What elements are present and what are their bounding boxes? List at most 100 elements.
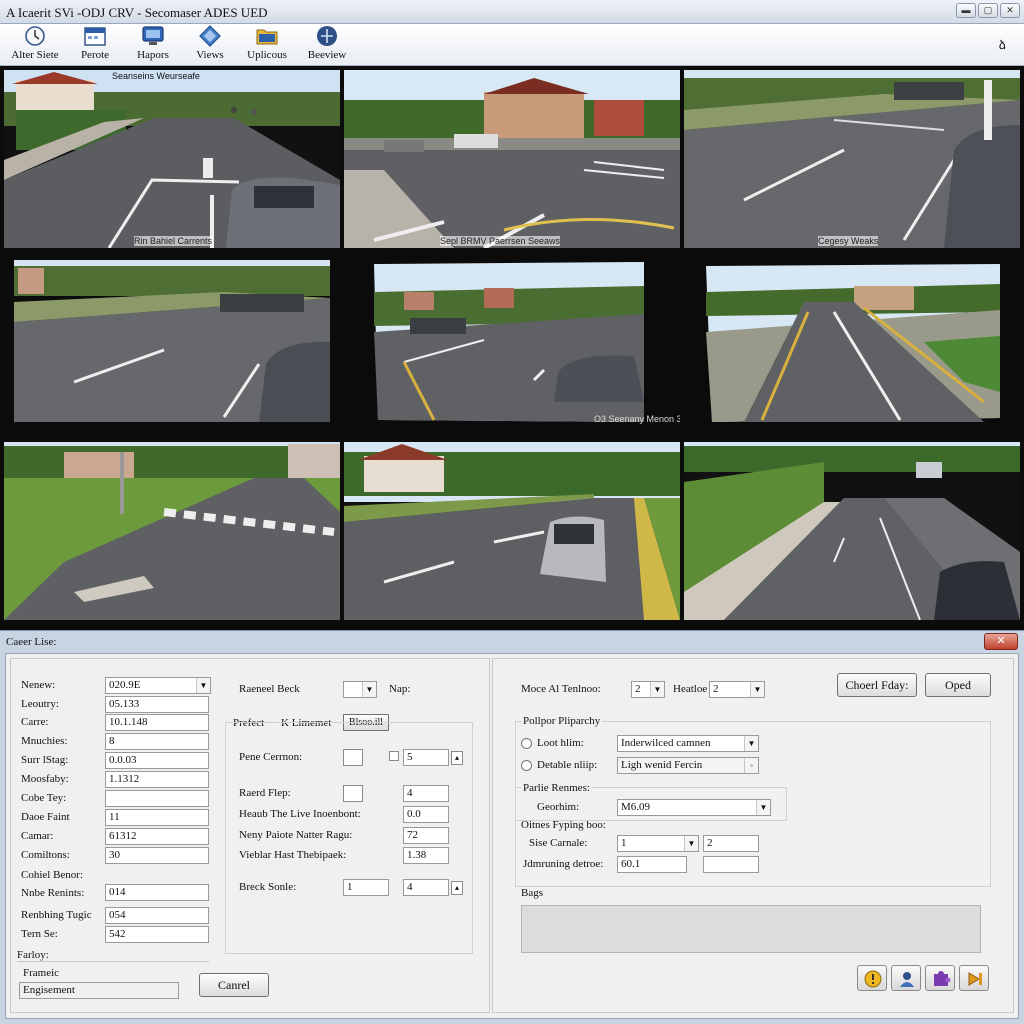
camera-9-image: [684, 442, 1020, 620]
pene-cerrnon-checkbox[interactable]: [343, 749, 363, 766]
camera-feed-9[interactable]: [684, 442, 1020, 620]
close-button[interactable]: ✕: [1000, 3, 1020, 18]
leoutry-field[interactable]: 05.133: [105, 696, 209, 713]
daoe-faint-field[interactable]: 11: [105, 809, 209, 826]
chevron-down-icon: ▼: [684, 836, 698, 851]
chorl-fday-button[interactable]: Choerl Fday:: [837, 673, 917, 697]
warning-action-button[interactable]: [857, 965, 887, 991]
sise-value-2[interactable]: 2: [703, 835, 759, 852]
moosfaby-field[interactable]: 1.1312: [105, 771, 209, 788]
field-value: Inderwilced camnen: [621, 737, 711, 749]
jdm-value-2[interactable]: [703, 856, 759, 873]
heaub-value[interactable]: 0.0: [403, 806, 449, 823]
field-value: 2: [713, 683, 719, 695]
toolbar-hapors-button[interactable]: Hapors: [128, 25, 178, 65]
camera-feed-3[interactable]: Cegesy Weaks: [684, 70, 1020, 248]
field-value: M6.09: [621, 801, 651, 813]
camera-caption: Cegesy Weaks: [818, 236, 879, 246]
camera-3-image: [684, 70, 1020, 248]
surr-stag-field[interactable]: 0.0.03: [105, 752, 209, 769]
person-icon: [900, 972, 914, 987]
mode-combo[interactable]: 2 ▼: [631, 681, 665, 698]
loot-hlim-radio[interactable]: [521, 738, 532, 749]
camera-feed-6[interactable]: [684, 252, 1020, 430]
tern-se-field[interactable]: 542: [105, 926, 209, 943]
forward-action-button[interactable]: [959, 965, 989, 991]
breck-sonle-left-value[interactable]: 1: [343, 879, 389, 896]
raeneel-beck-combo[interactable]: ▼: [343, 681, 377, 698]
cancel-button[interactable]: Canrel: [199, 973, 269, 997]
mnuchies-field[interactable]: 8: [105, 733, 209, 750]
vieblar-value[interactable]: 1.38: [403, 847, 449, 864]
camera-feed-8[interactable]: [344, 442, 680, 620]
field-label: Renbhing Tugic: [21, 909, 92, 921]
breck-sonle-value[interactable]: 4: [403, 879, 449, 896]
heatlie-combo[interactable]: 2 ▼: [709, 681, 765, 698]
list-item[interactable]: Frameic: [23, 967, 59, 979]
toolbar-views-button[interactable]: Views: [186, 25, 234, 65]
toolbar-label: Beeview: [307, 49, 347, 61]
puzzle-action-button[interactable]: [925, 965, 955, 991]
nenew-combo[interactable]: 020.9E ▼: [105, 677, 211, 694]
group-title: Oitnes Fyping boo:: [521, 819, 606, 831]
dialog-close-button[interactable]: ✕: [984, 633, 1018, 650]
detable-nliip-radio[interactable]: [521, 760, 532, 771]
application-window: A Icaerit SVi -ODJ CRV - Secomaser ADES …: [0, 0, 1024, 1024]
diamond-icon: [199, 25, 221, 47]
camera-feed-7[interactable]: [4, 442, 340, 620]
camera-grid: Seanseins Weurseafe Rin Bahiel Carrents …: [0, 66, 1024, 632]
georim-label: Georhim:: [537, 801, 580, 813]
field-label: Nnbe Renints:: [21, 887, 85, 899]
person-action-button[interactable]: [891, 965, 921, 991]
bags-area[interactable]: [521, 905, 981, 953]
camera-feed-4[interactable]: [4, 252, 340, 430]
list-item-selected[interactable]: Engisement: [19, 982, 179, 999]
camar-field[interactable]: 61312: [105, 828, 209, 845]
camera-feed-2[interactable]: Sepl BRMV Paerrsen Seeaws: [344, 70, 680, 248]
georim-combo[interactable]: M6.09 ▼: [617, 799, 771, 816]
spin-icon[interactable]: ▴: [451, 881, 463, 895]
raerd-flep-value[interactable]: 4: [403, 785, 449, 802]
left-settings-pane: Nenew: 020.9E ▼ Leoutry: 05.133 Carre: 10…: [10, 658, 490, 1013]
pene-cerrnon-value[interactable]: 5: [403, 749, 449, 766]
jdm-label: Jdmruning detroe:: [523, 858, 604, 870]
maximize-button[interactable]: ▢: [978, 3, 998, 18]
jdm-value-1[interactable]: 60.1: [617, 856, 687, 873]
spin-icon[interactable]: ▴: [451, 751, 463, 765]
pene-cerrnon-option-checkbox[interactable]: [389, 751, 399, 761]
field-label: Camar:: [21, 830, 54, 842]
toolbar-beeview-button[interactable]: Beeview: [302, 25, 352, 65]
minimize-button[interactable]: ▬: [956, 3, 976, 18]
toolbar-perote-button[interactable]: Perote: [70, 25, 120, 65]
calendar-icon: [84, 27, 106, 46]
bags-label: Bags: [521, 887, 543, 899]
toolbar-label: Perote: [80, 49, 110, 61]
camera-feed-5[interactable]: O3 Seenany Menon 3: [344, 252, 680, 430]
raerd-flep-checkbox[interactable]: [343, 785, 363, 802]
toolbar-label: Views: [196, 49, 224, 61]
carre-field[interactable]: 10.1.148: [105, 714, 209, 731]
camera-1-image: [4, 70, 340, 248]
sise-combo[interactable]: 1 ▼: [617, 835, 699, 852]
field-value: 020.9E: [109, 679, 141, 691]
renbhing-tugic-field[interactable]: 054: [105, 907, 209, 924]
oped-button[interactable]: Oped: [925, 673, 991, 697]
field-label: Comiltons:: [21, 849, 70, 861]
camera-caption: Rin Bahiel Carrents: [134, 236, 213, 246]
camera-feed-1[interactable]: Seanseins Weurseafe Rin Bahiel Carrents: [4, 70, 340, 248]
chevron-down-icon: ▼: [196, 678, 210, 693]
nnbe-renints-field[interactable]: 014: [105, 884, 209, 901]
toolbar-menu-glyph[interactable]: ձ: [999, 38, 1006, 52]
toolbar-uplicous-button[interactable]: Uplicous: [240, 25, 294, 65]
toolbar-alter-siete-button[interactable]: Alter Siete: [8, 25, 62, 65]
camera-8-image: [344, 442, 680, 620]
field-label: Pene Cerrnon:: [239, 751, 303, 763]
comiltons-field[interactable]: 30: [105, 847, 209, 864]
loot-hlim-combo[interactable]: Inderwilced camnen ▼: [617, 735, 759, 752]
group-title: Pollpor Pliparchy: [521, 715, 603, 727]
cobe-tey-field[interactable]: [105, 790, 209, 807]
raeneel-beck-label: Raeneel Beck: [239, 683, 300, 695]
neny-value[interactable]: 72: [403, 827, 449, 844]
warning-icon: [864, 970, 882, 988]
detable-nliip-combo[interactable]: Ligh wenid Fercin ◦: [617, 757, 759, 774]
